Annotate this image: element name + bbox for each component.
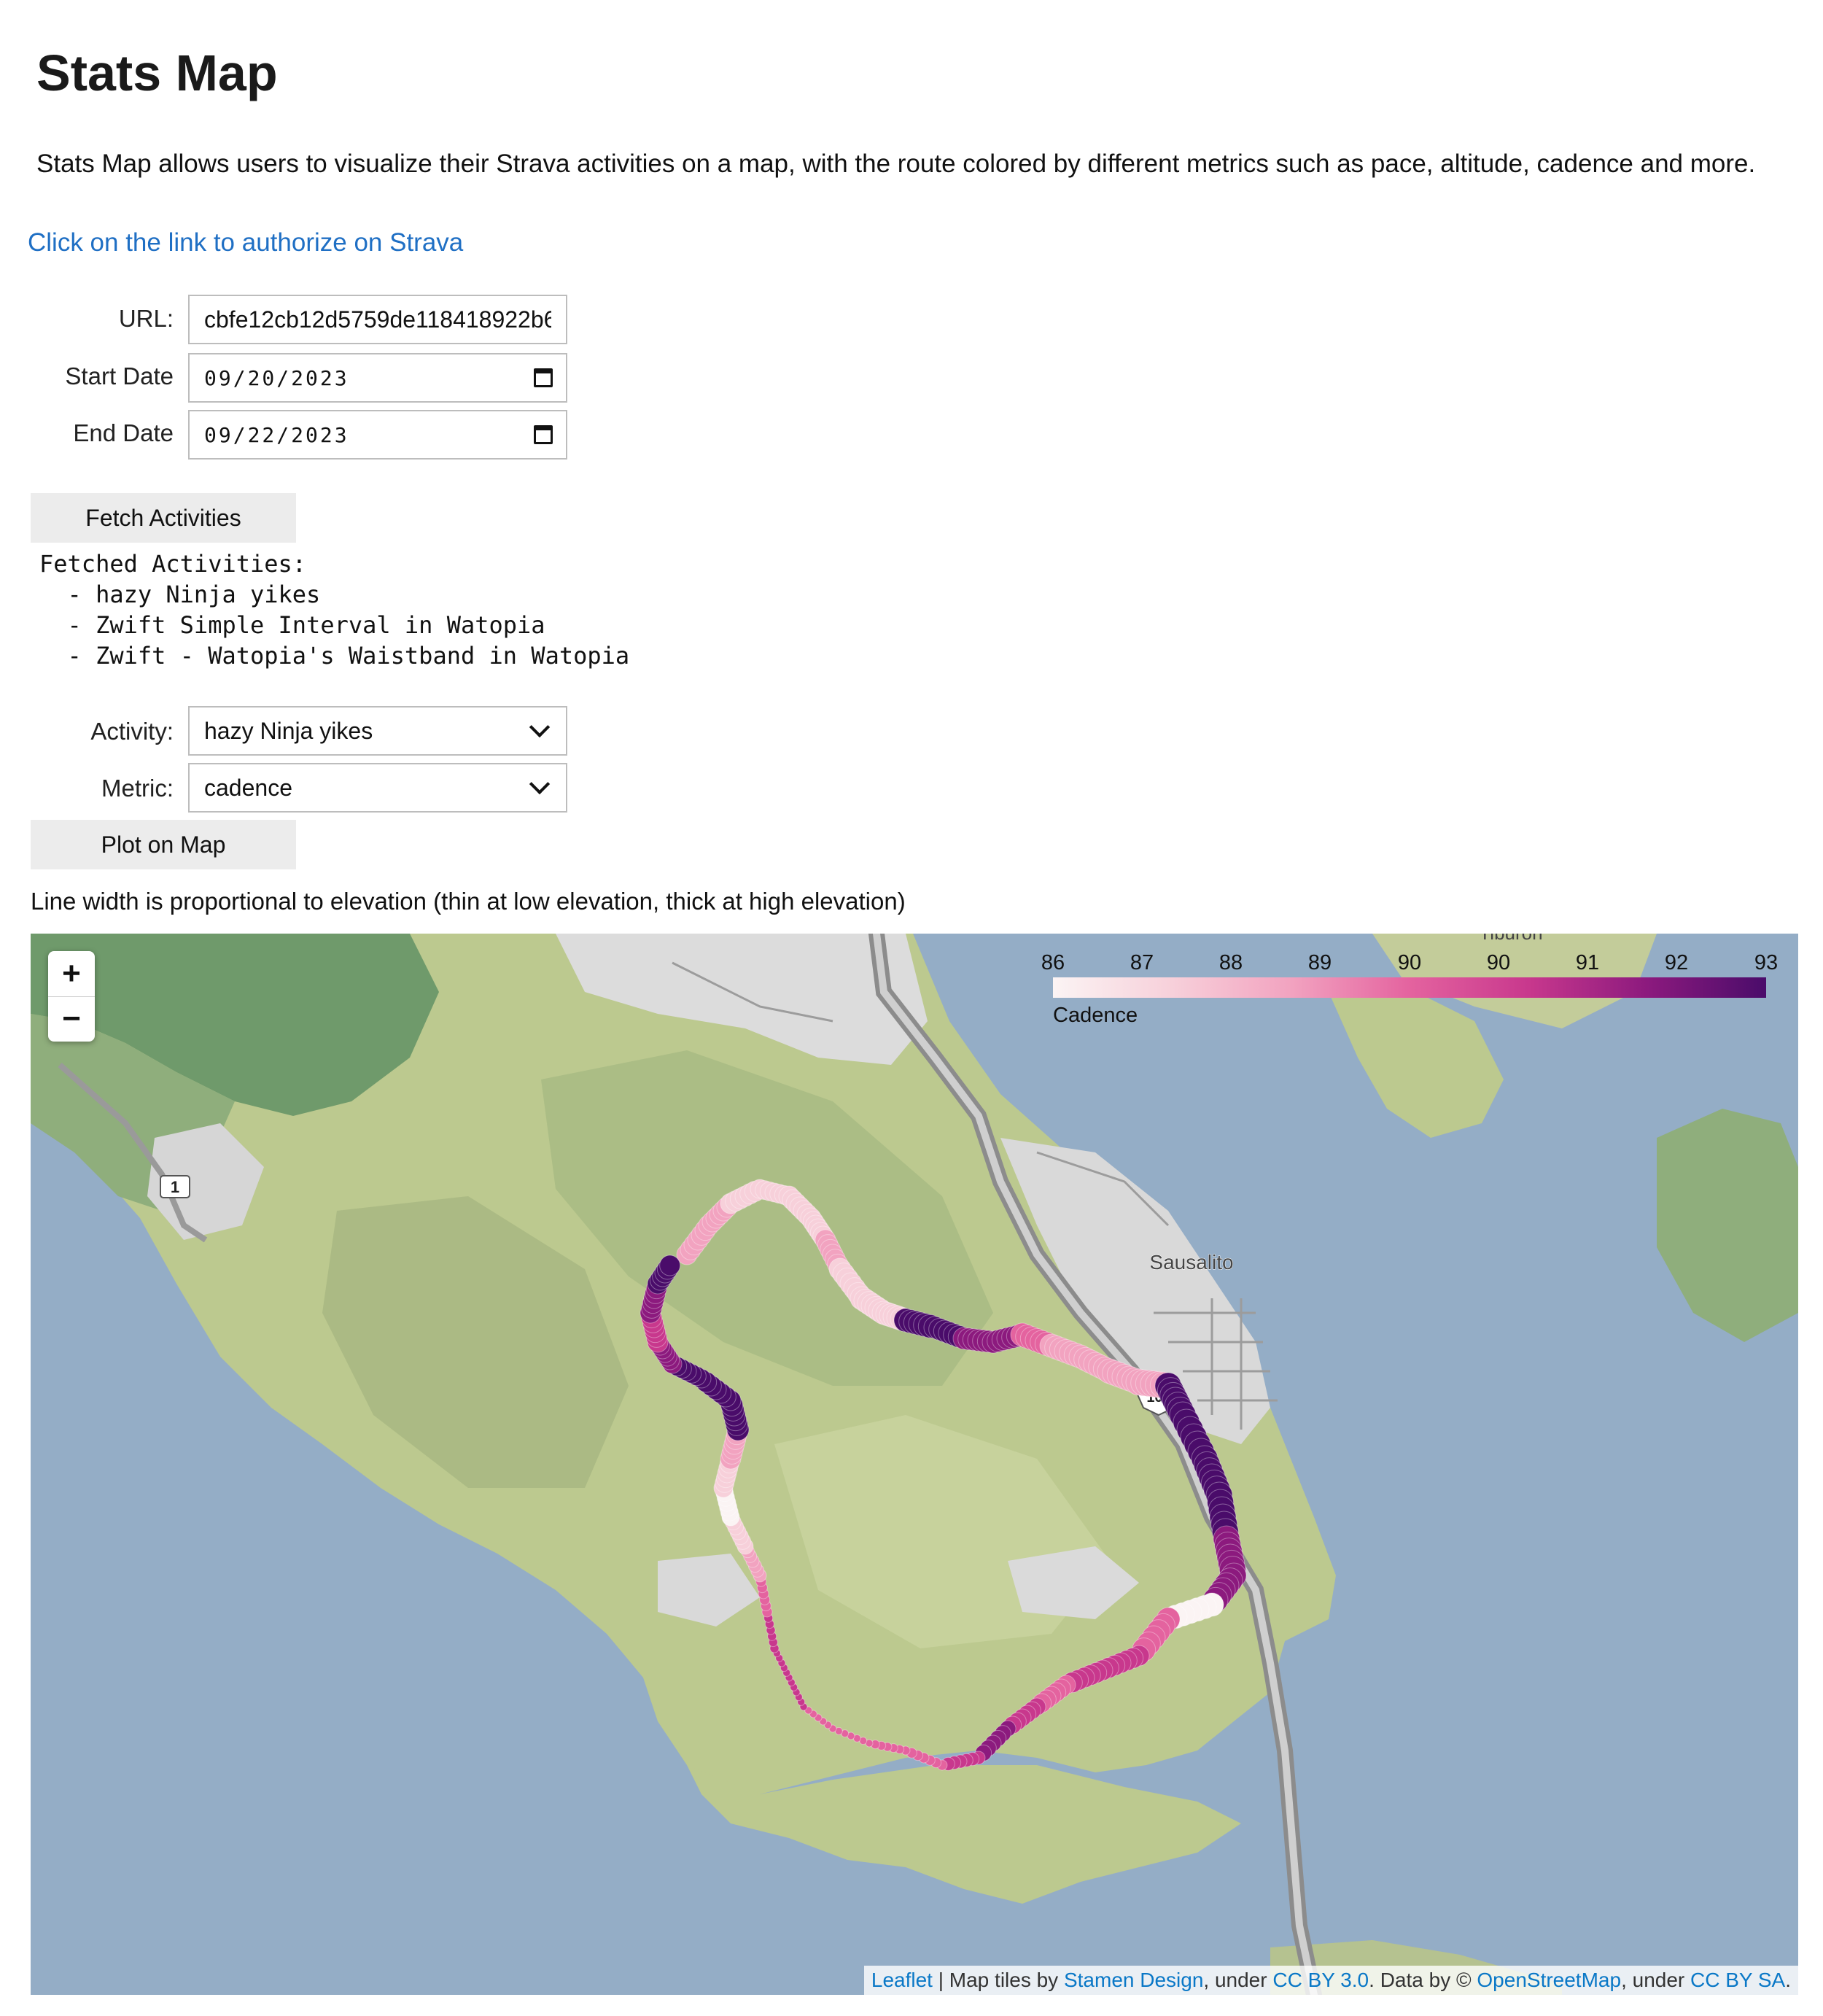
legend-tick: 92 xyxy=(1664,951,1689,974)
metric-select-value: cadence xyxy=(204,774,292,801)
legend-caption: Cadence xyxy=(1053,1004,1138,1027)
attribution-text: , under xyxy=(1203,1969,1273,1991)
start-date-input[interactable]: 09/20/2023 xyxy=(188,353,567,403)
legend-tick: 86 xyxy=(1041,951,1065,974)
activity-select[interactable]: hazy Ninja yikes xyxy=(188,706,567,756)
strava-authorize-link[interactable]: Click on the link to authorize on Strava xyxy=(28,228,463,257)
list-item: Zwift - Watopia's Waistband in Watopia xyxy=(96,642,630,670)
fetched-header: Fetched Activities: xyxy=(39,550,307,578)
highway-1-label: 1 xyxy=(171,1178,179,1196)
legend-tick: 91 xyxy=(1575,951,1600,974)
start-date-value: 09/20/2023 xyxy=(204,365,349,390)
place-label-sausalito: Sausalito xyxy=(1149,1251,1233,1273)
route-point xyxy=(659,1255,681,1276)
legend-tick: 89 xyxy=(1307,951,1332,974)
attribution-text: . Data by © xyxy=(1369,1969,1477,1991)
zoom-control: + − xyxy=(48,951,95,1042)
legend-tick: 88 xyxy=(1218,951,1243,974)
chevron-down-icon xyxy=(529,716,551,738)
map-attribution: Leaflet | Map tiles by Stamen Design, un… xyxy=(863,1966,1798,1995)
osm-link[interactable]: OpenStreetMap xyxy=(1477,1969,1621,1991)
legend-color-bar xyxy=(1053,977,1766,998)
cc-by-link[interactable]: CC BY 3.0 xyxy=(1272,1969,1369,1991)
start-date-label: Start Date xyxy=(65,363,174,389)
highway-1-shield: 1 xyxy=(160,1175,190,1198)
zoom-out-button[interactable]: − xyxy=(48,996,95,1042)
list-item: Zwift Simple Interval in Watopia xyxy=(96,611,545,639)
legend-tick: 90 xyxy=(1397,951,1422,974)
map-tiles: 1 101 Sausalito Tiburon xyxy=(31,934,1798,1995)
end-date-label: End Date xyxy=(73,419,174,446)
map[interactable]: 1 101 Sausalito Tiburon + − 86 87 88 89 … xyxy=(31,934,1798,1995)
legend-tick: 90 xyxy=(1486,951,1511,974)
leaflet-link[interactable]: Leaflet xyxy=(871,1969,933,1991)
plot-on-map-button[interactable]: Plot on Map xyxy=(31,820,296,869)
page-title: Stats Map xyxy=(36,44,278,101)
attribution-text: | Map tiles by xyxy=(932,1969,1064,1991)
fetched-activities-list: Fetched Activities: - hazy Ninja yikes -… xyxy=(39,550,630,670)
activity-select-value: hazy Ninja yikes xyxy=(204,717,373,744)
attribution-text: . xyxy=(1785,1969,1791,1991)
url-input[interactable] xyxy=(188,295,567,344)
end-date-value: 09/22/2023 xyxy=(204,422,349,447)
legend-tick: 93 xyxy=(1754,951,1779,974)
activity-label: Activity: xyxy=(90,718,174,745)
legend-tick: 87 xyxy=(1130,951,1154,974)
end-date-input[interactable]: 09/22/2023 xyxy=(188,410,567,460)
page-description: Stats Map allows users to visualize thei… xyxy=(36,150,1756,178)
chevron-down-icon xyxy=(529,773,551,795)
fetch-activities-button[interactable]: Fetch Activities xyxy=(31,493,296,543)
cc-by-sa-link[interactable]: CC BY SA xyxy=(1690,1969,1785,1991)
cadence-legend: 86 87 88 89 90 90 91 92 93 Cadence xyxy=(1022,951,1778,1031)
place-label-top: Tiburon xyxy=(1479,934,1542,944)
zoom-in-button[interactable]: + xyxy=(48,951,95,996)
url-label: URL: xyxy=(118,305,174,332)
stamen-link[interactable]: Stamen Design xyxy=(1064,1969,1203,1991)
metric-label: Metric: xyxy=(101,775,174,802)
metric-select[interactable]: cadence xyxy=(188,763,567,813)
line-width-note: Line width is proportional to elevation … xyxy=(31,888,906,915)
attribution-text: , under xyxy=(1621,1969,1691,1991)
page: Stats Map Stats Map allows users to visu… xyxy=(0,0,1823,2016)
list-item: hazy Ninja yikes xyxy=(96,581,321,608)
calendar-icon[interactable] xyxy=(534,425,553,444)
calendar-icon[interactable] xyxy=(534,368,553,387)
